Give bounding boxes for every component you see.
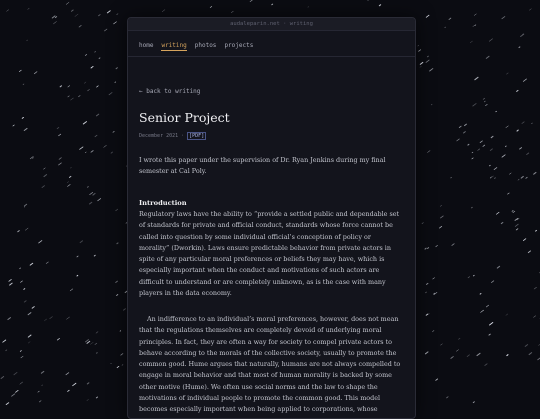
page-title: Senior Project bbox=[139, 110, 230, 125]
nav-item-projects[interactable]: projects bbox=[224, 42, 253, 51]
nav-item-photos[interactable]: photos bbox=[195, 42, 217, 51]
browser-window: audaleparin.net · writing home writing p… bbox=[127, 17, 416, 419]
nav-item-writing[interactable]: writing bbox=[161, 42, 186, 51]
nav-divider bbox=[128, 56, 415, 57]
intro-paragraph: I wrote this paper under the supervision… bbox=[139, 155, 403, 178]
window-titlebar: audaleparin.net · writing bbox=[128, 18, 415, 31]
section-heading: Introduction bbox=[139, 199, 187, 207]
post-meta: December 2021 ·[PDF] bbox=[139, 133, 206, 139]
post-date: December 2021 · bbox=[139, 133, 184, 139]
body-paragraph: Regulatory laws have the ability to “pro… bbox=[139, 209, 403, 299]
site-nav: home writing photos projects bbox=[139, 42, 253, 51]
back-to-writing-link[interactable]: ← back to writing bbox=[139, 88, 200, 95]
nav-item-home[interactable]: home bbox=[139, 42, 153, 51]
pdf-link[interactable]: [PDF] bbox=[187, 132, 206, 140]
window-title: audaleparin.net · writing bbox=[230, 21, 313, 27]
body-paragraph: An indifference to an individual’s moral… bbox=[139, 314, 403, 419]
